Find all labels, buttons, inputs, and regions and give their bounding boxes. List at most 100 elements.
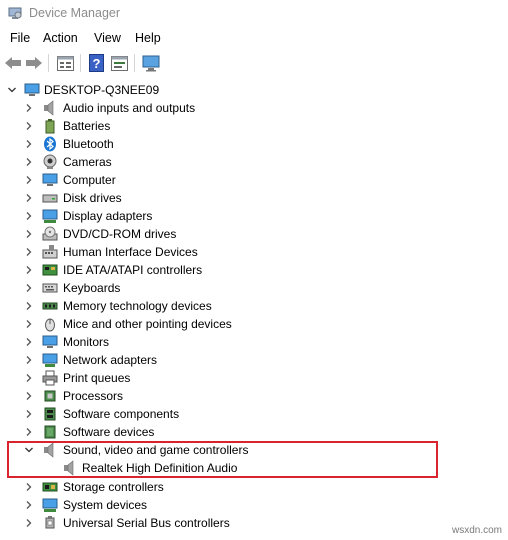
tree-item-label: Print queues: [63, 371, 131, 385]
tree-item-label: Universal Serial Bus controllers: [63, 516, 230, 530]
tree-item[interactable]: Monitors: [0, 333, 508, 351]
tree-item[interactable]: IDE ATA/ATAPI controllers: [0, 261, 508, 279]
usb-icon: [42, 515, 58, 531]
tree-item-label: Memory technology devices: [63, 299, 212, 313]
monitor-icon: [42, 334, 58, 350]
tree-item[interactable]: Audio inputs and outputs: [0, 99, 508, 117]
tree-item-label: Bluetooth: [63, 137, 114, 151]
optical-drive-icon: [42, 226, 58, 242]
properties-icon[interactable]: [55, 53, 75, 73]
tree-item-label: Keyboards: [63, 281, 121, 295]
chevron-right-icon[interactable]: [23, 336, 35, 348]
svg-text:?: ?: [92, 56, 100, 71]
software-device-icon: [42, 424, 58, 440]
toolbar: ?: [0, 49, 508, 77]
chevron-right-icon[interactable]: [23, 300, 35, 312]
tree-item-label: Mice and other pointing devices: [63, 317, 232, 331]
chevron-right-icon[interactable]: [23, 499, 35, 511]
tree-item-label: Batteries: [63, 119, 111, 133]
tree-item-label: Network adapters: [63, 353, 158, 367]
mouse-icon: [42, 316, 58, 332]
chevron-right-icon[interactable]: [23, 372, 35, 384]
camera-icon: [42, 154, 58, 170]
tree-item[interactable]: Computer: [0, 171, 508, 189]
chevron-right-icon[interactable]: [23, 120, 35, 132]
network-adapter-icon: [42, 352, 58, 368]
tree-item[interactable]: Batteries: [0, 117, 508, 135]
tree-item[interactable]: DVD/CD-ROM drives: [0, 225, 508, 243]
chevron-right-icon[interactable]: [23, 210, 35, 222]
chevron-right-icon[interactable]: [23, 408, 35, 420]
processor-icon: [42, 388, 58, 404]
battery-icon: [42, 118, 58, 134]
tree-item[interactable]: Human Interface Devices: [0, 243, 508, 261]
tree-item[interactable]: Mice and other pointing devices: [0, 315, 508, 333]
tree-item[interactable]: Cameras: [0, 153, 508, 171]
tree-item-label: Monitors: [63, 335, 110, 349]
tree-item[interactable]: Software components: [0, 405, 508, 423]
tree-item-label: Disk drives: [63, 191, 122, 205]
tree-item[interactable]: Memory technology devices: [0, 297, 508, 315]
chevron-right-icon[interactable]: [23, 481, 35, 493]
tree-item[interactable]: Storage controllers: [0, 478, 508, 496]
tree-item[interactable]: Universal Serial Bus controllers: [0, 514, 508, 532]
forward-arrow-icon[interactable]: [24, 53, 44, 73]
scan-monitor-icon[interactable]: [141, 53, 161, 73]
menu-help[interactable]: Help: [135, 31, 161, 45]
chevron-right-icon[interactable]: [23, 354, 35, 366]
system-device-icon: [42, 497, 58, 513]
software-component-icon: [42, 406, 58, 422]
tree-item[interactable]: Processors: [0, 387, 508, 405]
tree-item[interactable]: Print queues: [0, 369, 508, 387]
chevron-right-icon[interactable]: [23, 246, 35, 258]
chevron-right-icon[interactable]: [23, 517, 35, 529]
tree-item[interactable]: Network adapters: [0, 351, 508, 369]
show-view-icon[interactable]: [109, 53, 129, 73]
menu-view[interactable]: View: [94, 31, 121, 45]
tree-item-label: Cameras: [63, 155, 112, 169]
tree-item-label: Audio inputs and outputs: [63, 101, 196, 115]
chevron-down-icon[interactable]: [6, 84, 18, 96]
chevron-right-icon[interactable]: [23, 138, 35, 150]
menu-file[interactable]: File: [10, 31, 30, 45]
chevron-right-icon[interactable]: [23, 282, 35, 294]
watermark: wsxdn.com: [451, 525, 502, 536]
tree-item[interactable]: Keyboards: [0, 279, 508, 297]
display-adapter-icon: [42, 208, 58, 224]
chevron-right-icon[interactable]: [23, 192, 35, 204]
tree-root-label: DESKTOP-Q3NEE09: [44, 83, 160, 97]
printer-icon: [42, 370, 58, 386]
tree-item[interactable]: Software devices: [0, 423, 508, 441]
tree-item-label: System devices: [63, 498, 148, 512]
toolbar-separator: [48, 54, 49, 72]
speaker-icon: [42, 100, 58, 116]
tree-item-label: DVD/CD-ROM drives: [63, 227, 177, 241]
chevron-right-icon[interactable]: [23, 174, 35, 186]
chevron-right-icon[interactable]: [23, 426, 35, 438]
chevron-right-icon[interactable]: [23, 228, 35, 240]
chevron-right-icon[interactable]: [23, 156, 35, 168]
chevron-right-icon[interactable]: [23, 264, 35, 276]
bluetooth-icon: [42, 136, 58, 152]
chevron-right-icon[interactable]: [23, 318, 35, 330]
title-bar: Device Manager: [0, 0, 508, 27]
disk-drive-icon: [42, 190, 58, 206]
tree-item-label: Computer: [63, 173, 116, 187]
tree-item[interactable]: Disk drives: [0, 189, 508, 207]
help-icon[interactable]: ?: [86, 53, 106, 73]
chevron-right-icon[interactable]: [23, 390, 35, 402]
tree-item-label: Human Interface Devices: [63, 245, 198, 259]
menu-action[interactable]: Action: [43, 31, 78, 45]
tree-item-label: Processors: [63, 389, 124, 403]
tree-root[interactable]: DESKTOP-Q3NEE09: [0, 81, 508, 99]
tree-item[interactable]: Bluetooth: [0, 135, 508, 153]
device-manager-icon: [8, 6, 22, 20]
back-arrow-icon[interactable]: [3, 53, 23, 73]
chevron-right-icon[interactable]: [23, 102, 35, 114]
memory-icon: [42, 298, 58, 314]
tree-item[interactable]: Display adapters: [0, 207, 508, 225]
tree-item[interactable]: System devices: [0, 496, 508, 514]
tree-item-label: Software components: [63, 407, 180, 421]
computer-icon: [24, 82, 40, 98]
ide-controller-icon: [42, 262, 58, 278]
